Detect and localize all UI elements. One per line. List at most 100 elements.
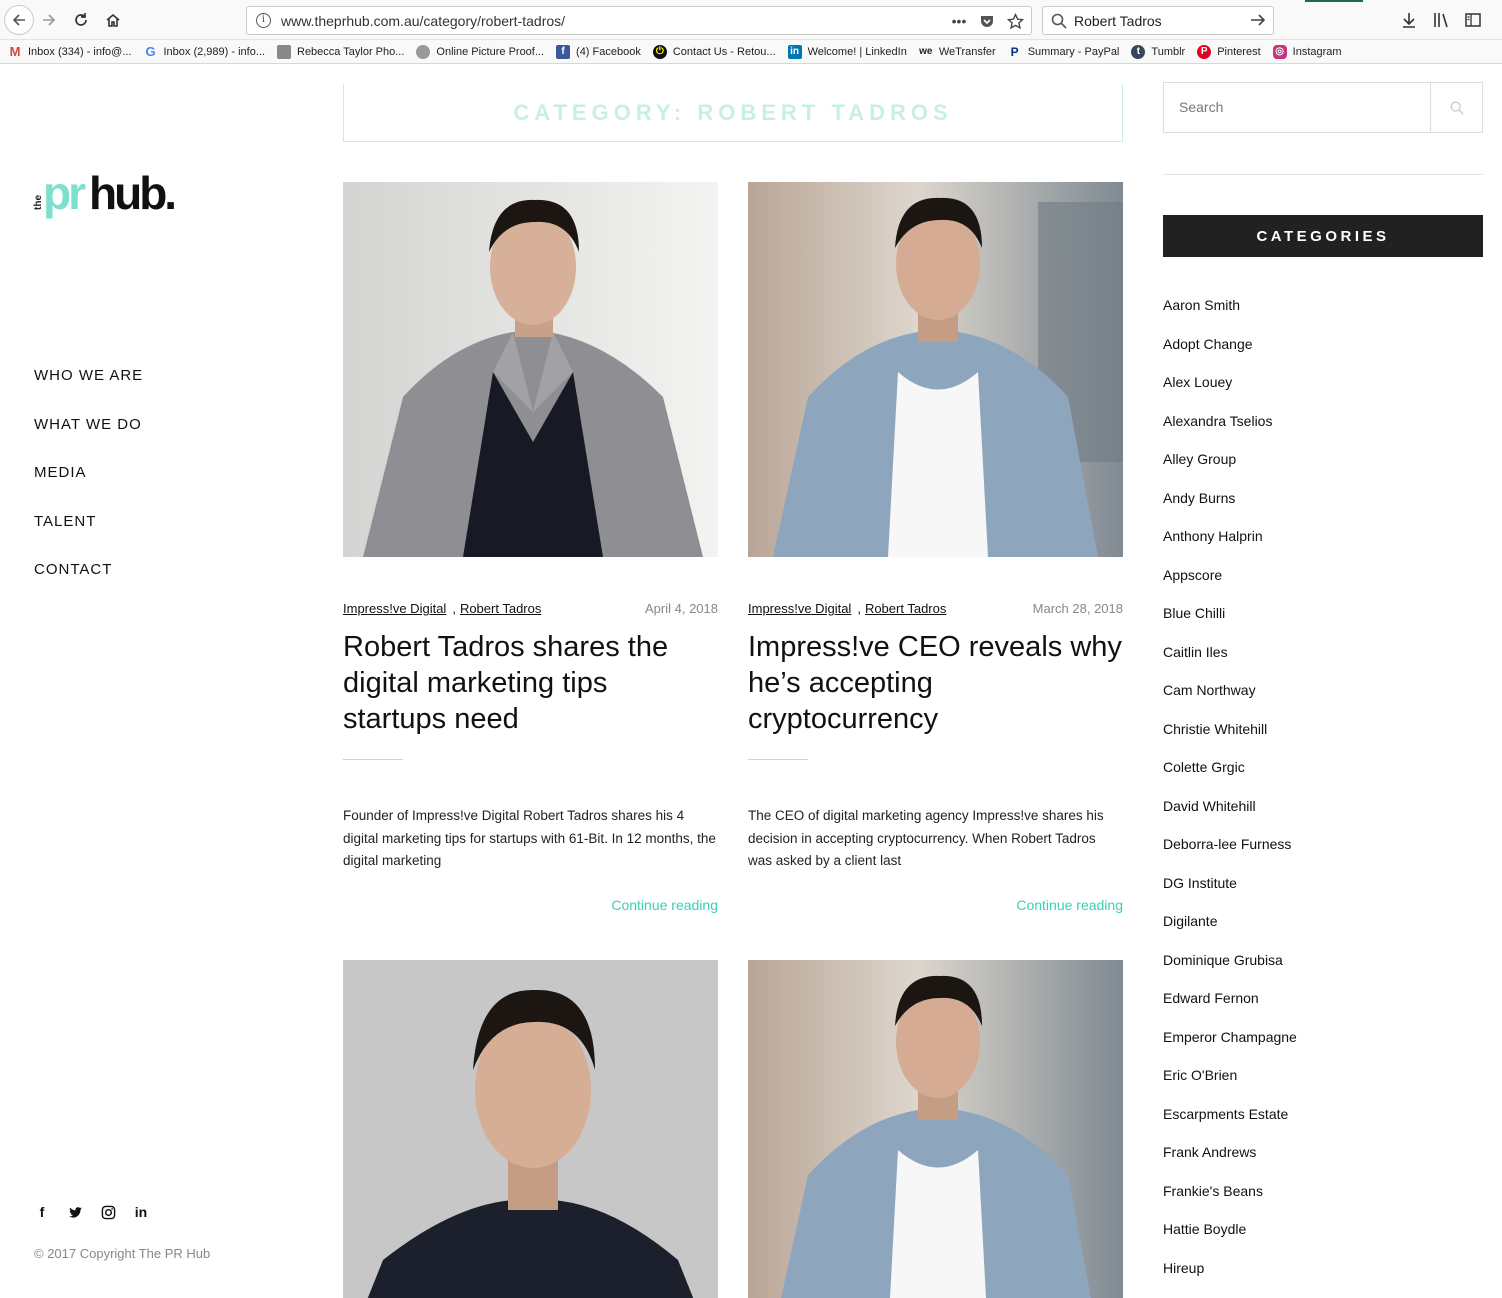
post-category-link[interactable]: Impress!ve Digital bbox=[343, 601, 446, 616]
category-link[interactable]: Alex Louey bbox=[1163, 374, 1297, 413]
twitter-icon[interactable] bbox=[67, 1204, 83, 1220]
category-link[interactable]: Escarpments Estate bbox=[1163, 1106, 1297, 1145]
social-links: f in bbox=[34, 1204, 149, 1220]
arrow-right-icon bbox=[43, 14, 56, 26]
category-link[interactable]: Alexandra Tselios bbox=[1163, 413, 1297, 452]
more-actions-icon[interactable]: ••• bbox=[949, 10, 969, 32]
meta-separator: , bbox=[857, 601, 861, 616]
bookmark-label: Instagram bbox=[1292, 45, 1342, 58]
bookmark-label: (4) Facebook bbox=[576, 45, 641, 58]
main-nav: WHO WE ARE WHAT WE DO MEDIA TALENT CONTA… bbox=[34, 367, 143, 610]
logo-pr: pr bbox=[43, 167, 86, 219]
copyright-text: © 2017 Copyright The PR Hub bbox=[34, 1246, 211, 1261]
facebook-icon[interactable]: f bbox=[34, 1204, 50, 1220]
category-link[interactable]: Emperor Champagne bbox=[1163, 1029, 1297, 1068]
bookmark-item[interactable]: in Welcome! | LinkedIn bbox=[787, 44, 907, 59]
instagram-icon: ◎ bbox=[1272, 44, 1287, 59]
back-button[interactable] bbox=[4, 5, 34, 35]
bookmark-item[interactable]: P Pinterest bbox=[1197, 44, 1261, 59]
post-excerpt: The CEO of digital marketing agency Impr… bbox=[748, 808, 1104, 868]
reload-button[interactable] bbox=[68, 7, 94, 33]
instagram-icon[interactable] bbox=[100, 1204, 116, 1220]
category-link[interactable]: Frankie's Beans bbox=[1163, 1183, 1297, 1222]
post-thumbnail[interactable] bbox=[343, 182, 718, 557]
post-thumbnail[interactable] bbox=[748, 182, 1123, 557]
bookmark-item[interactable]: we WeTransfer bbox=[919, 45, 996, 59]
bookmark-label: Pinterest bbox=[1217, 45, 1261, 58]
continue-reading-link[interactable]: Continue reading bbox=[611, 897, 718, 913]
category-link[interactable]: Aaron Smith bbox=[1163, 297, 1297, 336]
linkedin-icon[interactable]: in bbox=[133, 1204, 149, 1220]
category-link[interactable]: Caitlin Iles bbox=[1163, 644, 1297, 683]
home-button[interactable] bbox=[100, 7, 126, 33]
categories-title: CATEGORIES bbox=[1256, 227, 1390, 245]
category-link[interactable]: Christie Whitehill bbox=[1163, 721, 1297, 760]
address-bar[interactable]: i www.theprhub.com.au/category/robert-ta… bbox=[246, 6, 1032, 35]
search-icon bbox=[1051, 13, 1067, 29]
sidebar-button[interactable] bbox=[1462, 9, 1484, 31]
post-thumbnail[interactable] bbox=[748, 960, 1123, 1298]
bookmark-item[interactable]: t Tumblr bbox=[1131, 44, 1185, 59]
category-link[interactable]: Adopt Change bbox=[1163, 336, 1297, 375]
category-link[interactable]: Andy Burns bbox=[1163, 490, 1297, 529]
bookmark-item[interactable]: ⏻ Contact Us - Retou... bbox=[652, 44, 776, 59]
bookmark-item[interactable]: G Inbox (2,989) - info... bbox=[144, 44, 265, 59]
continue-reading-link[interactable]: Continue reading bbox=[1016, 897, 1123, 913]
tumblr-icon: t bbox=[1131, 44, 1146, 59]
category-link[interactable]: DG Institute bbox=[1163, 875, 1297, 914]
sidebar-search-button[interactable] bbox=[1430, 83, 1482, 132]
category-link[interactable]: Hattie Boydle bbox=[1163, 1221, 1297, 1260]
nav-media[interactable]: MEDIA bbox=[34, 464, 143, 513]
bookmark-star-icon[interactable] bbox=[1005, 10, 1025, 32]
category-link[interactable]: Digilante bbox=[1163, 913, 1297, 952]
post-category-link[interactable]: Robert Tadros bbox=[865, 601, 946, 616]
category-link[interactable]: Dominique Grubisa bbox=[1163, 952, 1297, 991]
category-link[interactable]: Anthony Halprin bbox=[1163, 528, 1297, 567]
bookmark-item[interactable]: Online Picture Proof... bbox=[416, 44, 544, 59]
post-category-link[interactable]: Impress!ve Digital bbox=[748, 601, 851, 616]
category-link[interactable]: Alley Group bbox=[1163, 451, 1297, 490]
bookmark-label: WeTransfer bbox=[938, 45, 996, 58]
post-title[interactable]: Impress!ve CEO reveals why he’s acceptin… bbox=[748, 629, 1123, 737]
category-link[interactable]: Hireup bbox=[1163, 1260, 1297, 1298]
post-title[interactable]: Robert Tadros shares the digital marketi… bbox=[343, 629, 718, 737]
bookmark-item[interactable]: P Summary - PayPal bbox=[1008, 45, 1120, 59]
forward-button[interactable] bbox=[36, 7, 62, 33]
sidebar-search-input[interactable]: Search bbox=[1179, 99, 1223, 115]
category-link[interactable]: Blue Chilli bbox=[1163, 605, 1297, 644]
category-link[interactable]: Eric O'Brien bbox=[1163, 1067, 1297, 1106]
nav-what-we-do[interactable]: WHAT WE DO bbox=[34, 416, 143, 465]
post-category-link[interactable]: Robert Tadros bbox=[460, 601, 541, 616]
category-link[interactable]: Appscore bbox=[1163, 567, 1297, 606]
bookmark-item[interactable]: f (4) Facebook bbox=[556, 44, 641, 59]
category-title: CATEGORY: ROBERT TADROS bbox=[513, 99, 953, 125]
site-logo[interactable]: the pr hub. bbox=[33, 167, 193, 223]
post-thumbnail[interactable] bbox=[343, 960, 718, 1298]
browser-search-bar[interactable]: Robert Tadros bbox=[1042, 6, 1274, 35]
browser-toolbar: i www.theprhub.com.au/category/robert-ta… bbox=[0, 0, 1502, 40]
info-icon[interactable]: i bbox=[256, 13, 271, 28]
category-link[interactable]: Cam Northway bbox=[1163, 682, 1297, 721]
tab-accent-strip bbox=[1305, 0, 1363, 2]
library-icon bbox=[1434, 13, 1448, 28]
go-arrow-icon[interactable] bbox=[1249, 11, 1267, 29]
bookmark-item[interactable]: M Inbox (334) - info@... bbox=[8, 44, 132, 59]
nav-contact[interactable]: CONTACT bbox=[34, 561, 143, 610]
url-text[interactable]: www.theprhub.com.au/category/robert-tadr… bbox=[281, 13, 565, 29]
nav-who-we-are[interactable]: WHO WE ARE bbox=[34, 367, 143, 416]
meta-separator: , bbox=[452, 601, 456, 616]
browser-search-input[interactable]: Robert Tadros bbox=[1074, 13, 1162, 29]
library-button[interactable] bbox=[1430, 9, 1452, 31]
category-link[interactable]: Edward Fernon bbox=[1163, 990, 1297, 1029]
search-icon bbox=[1450, 101, 1464, 115]
category-link[interactable]: Deborra-lee Furness bbox=[1163, 836, 1297, 875]
bookmark-item[interactable]: ◎ Instagram bbox=[1272, 44, 1342, 59]
category-link[interactable]: David Whitehill bbox=[1163, 798, 1297, 837]
category-link[interactable]: Frank Andrews bbox=[1163, 1144, 1297, 1183]
nav-talent[interactable]: TALENT bbox=[34, 513, 143, 562]
bookmark-item[interactable]: Rebecca Taylor Pho... bbox=[277, 44, 404, 59]
post-meta: Impress!ve Digital, Robert Tadros March 2… bbox=[748, 601, 1123, 616]
category-link[interactable]: Colette Grgic bbox=[1163, 759, 1297, 798]
downloads-button[interactable] bbox=[1398, 9, 1420, 31]
pocket-icon[interactable] bbox=[977, 10, 997, 32]
